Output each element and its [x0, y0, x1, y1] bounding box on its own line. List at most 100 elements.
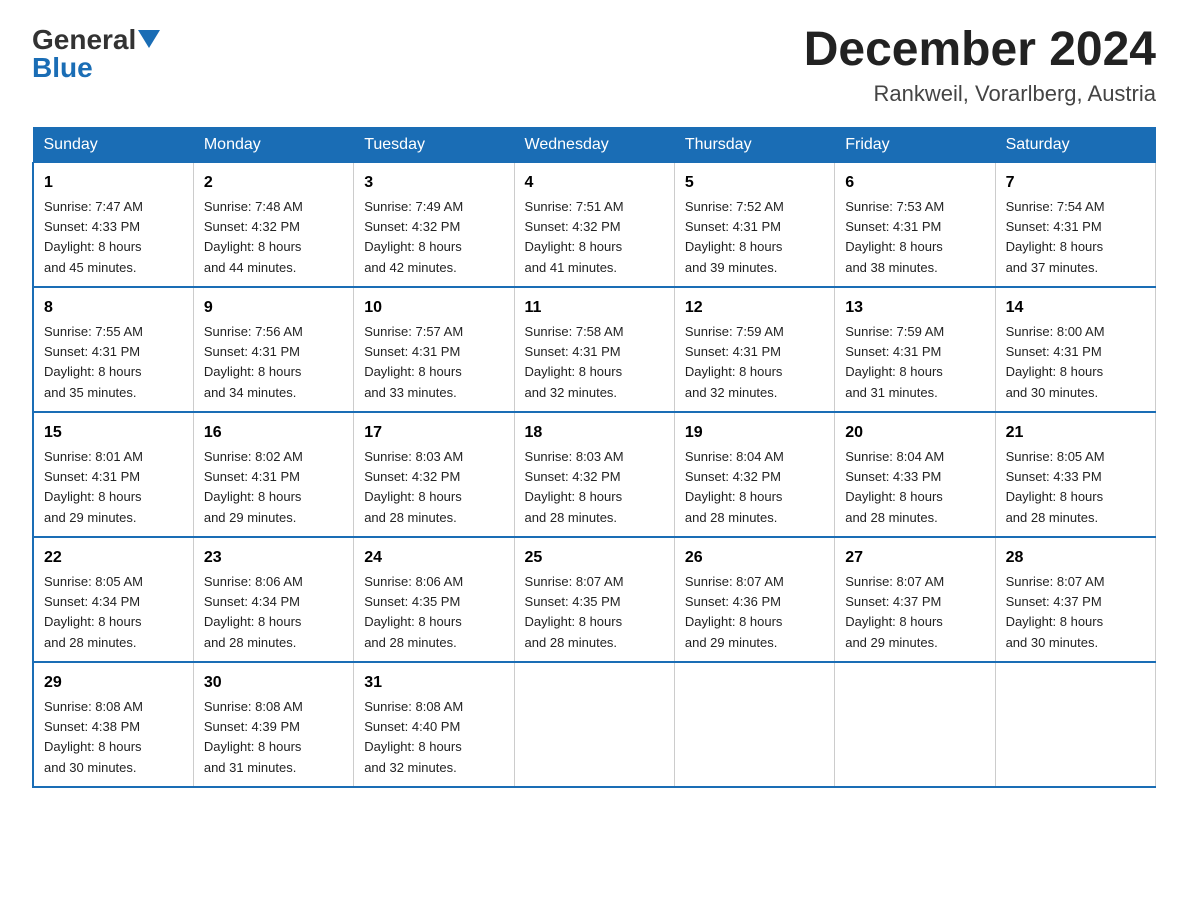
- table-row: 30 Sunrise: 8:08 AMSunset: 4:39 PMDaylig…: [193, 662, 353, 787]
- col-monday: Monday: [193, 127, 353, 162]
- day-number: 20: [845, 421, 984, 445]
- table-row: 16 Sunrise: 8:02 AMSunset: 4:31 PMDaylig…: [193, 412, 353, 537]
- day-info: Sunrise: 7:57 AMSunset: 4:31 PMDaylight:…: [364, 324, 463, 400]
- location-title: Rankweil, Vorarlberg, Austria: [804, 81, 1156, 107]
- logo-blue: Blue: [32, 52, 93, 84]
- day-number: 28: [1006, 546, 1145, 570]
- day-info: Sunrise: 8:04 AMSunset: 4:33 PMDaylight:…: [845, 449, 944, 525]
- day-info: Sunrise: 8:06 AMSunset: 4:34 PMDaylight:…: [204, 574, 303, 650]
- col-sunday: Sunday: [33, 127, 193, 162]
- day-info: Sunrise: 7:49 AMSunset: 4:32 PMDaylight:…: [364, 199, 463, 275]
- table-row: 4 Sunrise: 7:51 AMSunset: 4:32 PMDayligh…: [514, 162, 674, 287]
- table-row: 5 Sunrise: 7:52 AMSunset: 4:31 PMDayligh…: [674, 162, 834, 287]
- table-row: 7 Sunrise: 7:54 AMSunset: 4:31 PMDayligh…: [995, 162, 1155, 287]
- day-number: 9: [204, 296, 343, 320]
- table-row: 12 Sunrise: 7:59 AMSunset: 4:31 PMDaylig…: [674, 287, 834, 412]
- day-number: 26: [685, 546, 824, 570]
- day-number: 15: [44, 421, 183, 445]
- table-row: 21 Sunrise: 8:05 AMSunset: 4:33 PMDaylig…: [995, 412, 1155, 537]
- table-row: 14 Sunrise: 8:00 AMSunset: 4:31 PMDaylig…: [995, 287, 1155, 412]
- col-friday: Friday: [835, 127, 995, 162]
- day-number: 13: [845, 296, 984, 320]
- day-number: 11: [525, 296, 664, 320]
- table-row: 17 Sunrise: 8:03 AMSunset: 4:32 PMDaylig…: [354, 412, 514, 537]
- title-block: December 2024 Rankweil, Vorarlberg, Aust…: [804, 24, 1156, 107]
- table-row: 23 Sunrise: 8:06 AMSunset: 4:34 PMDaylig…: [193, 537, 353, 662]
- table-row: 2 Sunrise: 7:48 AMSunset: 4:32 PMDayligh…: [193, 162, 353, 287]
- day-number: 3: [364, 171, 503, 195]
- logo-triangle-icon: [138, 30, 160, 52]
- day-info: Sunrise: 8:05 AMSunset: 4:34 PMDaylight:…: [44, 574, 143, 650]
- day-info: Sunrise: 8:07 AMSunset: 4:37 PMDaylight:…: [845, 574, 944, 650]
- calendar-week-row: 8 Sunrise: 7:55 AMSunset: 4:31 PMDayligh…: [33, 287, 1156, 412]
- day-info: Sunrise: 8:00 AMSunset: 4:31 PMDaylight:…: [1006, 324, 1105, 400]
- table-row: 18 Sunrise: 8:03 AMSunset: 4:32 PMDaylig…: [514, 412, 674, 537]
- day-number: 25: [525, 546, 664, 570]
- col-wednesday: Wednesday: [514, 127, 674, 162]
- table-row: [995, 662, 1155, 787]
- day-info: Sunrise: 8:05 AMSunset: 4:33 PMDaylight:…: [1006, 449, 1105, 525]
- day-info: Sunrise: 8:08 AMSunset: 4:38 PMDaylight:…: [44, 699, 143, 775]
- day-number: 4: [525, 171, 664, 195]
- day-number: 29: [44, 671, 183, 695]
- day-info: Sunrise: 8:07 AMSunset: 4:35 PMDaylight:…: [525, 574, 624, 650]
- day-number: 31: [364, 671, 503, 695]
- calendar-week-row: 22 Sunrise: 8:05 AMSunset: 4:34 PMDaylig…: [33, 537, 1156, 662]
- calendar-week-row: 15 Sunrise: 8:01 AMSunset: 4:31 PMDaylig…: [33, 412, 1156, 537]
- table-row: 26 Sunrise: 8:07 AMSunset: 4:36 PMDaylig…: [674, 537, 834, 662]
- day-number: 16: [204, 421, 343, 445]
- day-info: Sunrise: 7:51 AMSunset: 4:32 PMDaylight:…: [525, 199, 624, 275]
- table-row: 15 Sunrise: 8:01 AMSunset: 4:31 PMDaylig…: [33, 412, 193, 537]
- day-info: Sunrise: 7:55 AMSunset: 4:31 PMDaylight:…: [44, 324, 143, 400]
- day-info: Sunrise: 8:07 AMSunset: 4:36 PMDaylight:…: [685, 574, 784, 650]
- day-number: 17: [364, 421, 503, 445]
- day-info: Sunrise: 7:59 AMSunset: 4:31 PMDaylight:…: [845, 324, 944, 400]
- logo: General Blue: [32, 24, 160, 84]
- col-thursday: Thursday: [674, 127, 834, 162]
- day-number: 12: [685, 296, 824, 320]
- day-info: Sunrise: 7:56 AMSunset: 4:31 PMDaylight:…: [204, 324, 303, 400]
- calendar-week-row: 29 Sunrise: 8:08 AMSunset: 4:38 PMDaylig…: [33, 662, 1156, 787]
- day-number: 8: [44, 296, 183, 320]
- day-info: Sunrise: 8:02 AMSunset: 4:31 PMDaylight:…: [204, 449, 303, 525]
- day-number: 24: [364, 546, 503, 570]
- day-number: 27: [845, 546, 984, 570]
- page-header: General Blue December 2024 Rankweil, Vor…: [32, 24, 1156, 107]
- table-row: 24 Sunrise: 8:06 AMSunset: 4:35 PMDaylig…: [354, 537, 514, 662]
- day-number: 22: [44, 546, 183, 570]
- day-info: Sunrise: 7:54 AMSunset: 4:31 PMDaylight:…: [1006, 199, 1105, 275]
- table-row: 10 Sunrise: 7:57 AMSunset: 4:31 PMDaylig…: [354, 287, 514, 412]
- table-row: 29 Sunrise: 8:08 AMSunset: 4:38 PMDaylig…: [33, 662, 193, 787]
- table-row: 19 Sunrise: 8:04 AMSunset: 4:32 PMDaylig…: [674, 412, 834, 537]
- table-row: 6 Sunrise: 7:53 AMSunset: 4:31 PMDayligh…: [835, 162, 995, 287]
- day-info: Sunrise: 8:04 AMSunset: 4:32 PMDaylight:…: [685, 449, 784, 525]
- day-number: 21: [1006, 421, 1145, 445]
- table-row: 11 Sunrise: 7:58 AMSunset: 4:31 PMDaylig…: [514, 287, 674, 412]
- day-info: Sunrise: 8:03 AMSunset: 4:32 PMDaylight:…: [364, 449, 463, 525]
- day-info: Sunrise: 7:47 AMSunset: 4:33 PMDaylight:…: [44, 199, 143, 275]
- table-row: 25 Sunrise: 8:07 AMSunset: 4:35 PMDaylig…: [514, 537, 674, 662]
- month-title: December 2024: [804, 24, 1156, 77]
- calendar-week-row: 1 Sunrise: 7:47 AMSunset: 4:33 PMDayligh…: [33, 162, 1156, 287]
- day-info: Sunrise: 8:07 AMSunset: 4:37 PMDaylight:…: [1006, 574, 1105, 650]
- table-row: 20 Sunrise: 8:04 AMSunset: 4:33 PMDaylig…: [835, 412, 995, 537]
- day-number: 6: [845, 171, 984, 195]
- table-row: 31 Sunrise: 8:08 AMSunset: 4:40 PMDaylig…: [354, 662, 514, 787]
- table-row: 13 Sunrise: 7:59 AMSunset: 4:31 PMDaylig…: [835, 287, 995, 412]
- day-info: Sunrise: 7:52 AMSunset: 4:31 PMDaylight:…: [685, 199, 784, 275]
- calendar-table: Sunday Monday Tuesday Wednesday Thursday…: [32, 127, 1156, 788]
- table-row: 27 Sunrise: 8:07 AMSunset: 4:37 PMDaylig…: [835, 537, 995, 662]
- day-info: Sunrise: 8:08 AMSunset: 4:39 PMDaylight:…: [204, 699, 303, 775]
- day-info: Sunrise: 7:48 AMSunset: 4:32 PMDaylight:…: [204, 199, 303, 275]
- col-saturday: Saturday: [995, 127, 1155, 162]
- day-info: Sunrise: 7:53 AMSunset: 4:31 PMDaylight:…: [845, 199, 944, 275]
- table-row: 3 Sunrise: 7:49 AMSunset: 4:32 PMDayligh…: [354, 162, 514, 287]
- col-tuesday: Tuesday: [354, 127, 514, 162]
- table-row: 22 Sunrise: 8:05 AMSunset: 4:34 PMDaylig…: [33, 537, 193, 662]
- day-info: Sunrise: 7:58 AMSunset: 4:31 PMDaylight:…: [525, 324, 624, 400]
- day-number: 7: [1006, 171, 1145, 195]
- day-info: Sunrise: 8:03 AMSunset: 4:32 PMDaylight:…: [525, 449, 624, 525]
- table-row: 1 Sunrise: 7:47 AMSunset: 4:33 PMDayligh…: [33, 162, 193, 287]
- day-info: Sunrise: 8:08 AMSunset: 4:40 PMDaylight:…: [364, 699, 463, 775]
- day-number: 5: [685, 171, 824, 195]
